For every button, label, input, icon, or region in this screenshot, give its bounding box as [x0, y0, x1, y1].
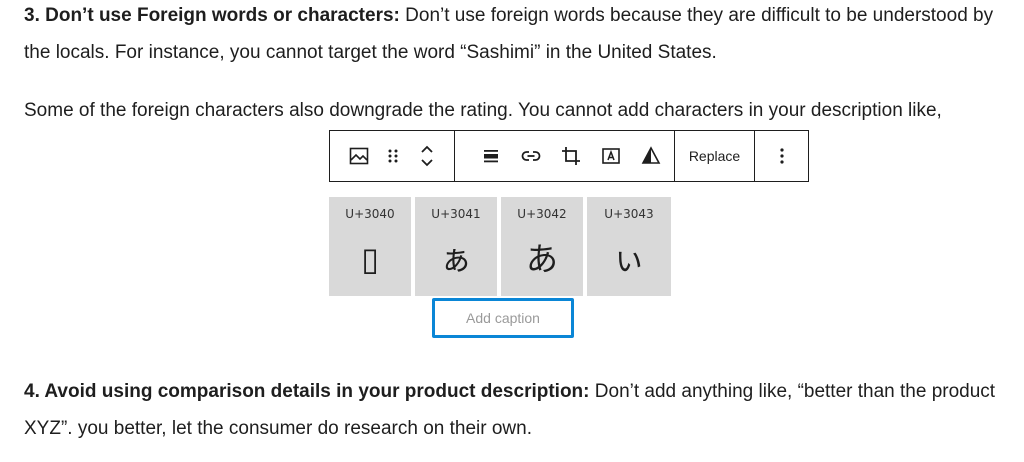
- char-glyph: ▯: [361, 240, 379, 278]
- char-cell: U+3042 あ: [501, 197, 583, 296]
- text-overlay-icon[interactable]: [591, 131, 631, 181]
- replace-button[interactable]: Replace: [679, 131, 750, 181]
- char-glyph: ぃ: [612, 240, 645, 278]
- paragraph-foreign-characters[interactable]: Some of the foreign characters also down…: [24, 92, 1004, 129]
- toolbar-group-tools: [455, 131, 675, 181]
- move-up-icon[interactable]: [419, 142, 435, 156]
- paragraph-heading: 4. Avoid using comparison details in you…: [24, 381, 590, 402]
- paragraph-heading: 3. Don’t use Foreign words or characters…: [24, 5, 400, 26]
- caption-placeholder: Add caption: [466, 310, 540, 326]
- drag-handle-icon[interactable]: [376, 131, 410, 181]
- char-glyph: ぁ: [439, 240, 472, 278]
- char-code: U+3042: [517, 207, 567, 221]
- paragraph-foreign-words[interactable]: 3. Don’t use Foreign words or characters…: [24, 0, 1004, 71]
- replace-label: Replace: [688, 148, 741, 164]
- toolbar-group-block: [330, 131, 455, 181]
- char-code: U+3040: [345, 207, 395, 221]
- char-glyph: あ: [525, 240, 558, 278]
- move-buttons: [410, 131, 444, 181]
- crop-icon[interactable]: [551, 131, 591, 181]
- char-cell: U+3040 ▯: [329, 197, 411, 296]
- align-icon[interactable]: [471, 131, 511, 181]
- char-code: U+3043: [604, 207, 654, 221]
- toolbar-group-more: [755, 131, 808, 181]
- paragraph-comparison[interactable]: 4. Avoid using comparison details in you…: [24, 373, 1004, 447]
- char-code: U+3041: [431, 207, 481, 221]
- duotone-icon[interactable]: [631, 131, 671, 181]
- editor-canvas: 3. Don’t use Foreign words or characters…: [0, 0, 1024, 462]
- block-toolbar: Replace: [329, 130, 809, 182]
- link-icon[interactable]: [511, 131, 551, 181]
- toolbar-group-replace: Replace: [675, 131, 755, 181]
- image-block-icon[interactable]: [342, 131, 376, 181]
- more-options-icon[interactable]: [762, 131, 802, 181]
- char-cell: U+3043 ぃ: [587, 197, 671, 296]
- caption-input[interactable]: Add caption: [432, 298, 574, 338]
- paragraph-body: Some of the foreign characters also down…: [24, 100, 942, 121]
- char-cell: U+3041 ぁ: [415, 197, 497, 296]
- unicode-characters-image[interactable]: U+3040 ▯ U+3041 ぁ U+3042 あ U+3043 ぃ: [329, 197, 679, 296]
- move-down-icon[interactable]: [419, 156, 435, 170]
